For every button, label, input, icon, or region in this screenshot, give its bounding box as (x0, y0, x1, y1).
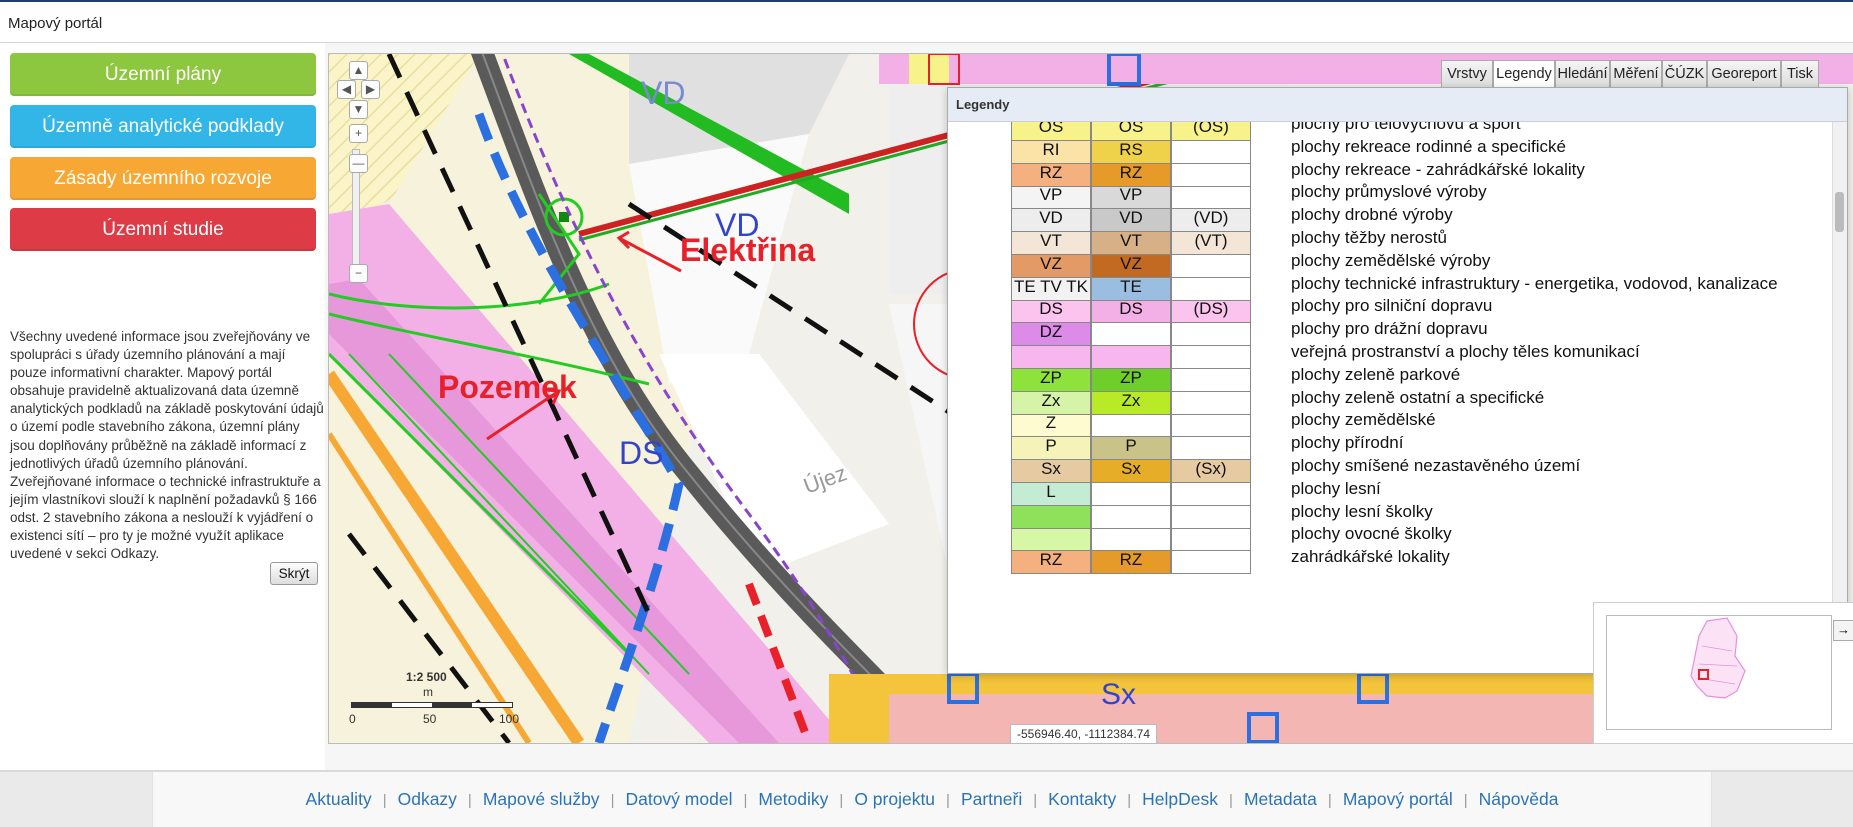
map-label-sx: Sx (1101, 678, 1136, 711)
coordinates-readout: -556946.40, -1112384.74 (1010, 724, 1158, 743)
pan-up-icon[interactable]: ▲ (349, 61, 368, 80)
footer-separator: | (610, 792, 615, 809)
footer-link[interactable]: Odkazy (398, 789, 457, 809)
footer-link[interactable]: O projektu (854, 789, 935, 809)
info-text: Všechny uvedené informace jsou zveřejňov… (10, 329, 324, 562)
overview-map-frame[interactable] (1606, 615, 1832, 730)
footer-link[interactable]: Datový model (625, 789, 732, 809)
footer-separator: | (382, 792, 387, 809)
nav-button-zur[interactable]: Zásady územního rozvoje (10, 157, 316, 200)
footer-link[interactable]: Metodiky (758, 789, 828, 809)
footer-link[interactable]: Nápověda (1479, 789, 1559, 809)
footer-link[interactable]: Mapový portál (1343, 789, 1453, 809)
scale-tick-50: 50 (423, 712, 437, 726)
scale-bar: 1:2 500 m 0 50 100 (349, 664, 551, 726)
footer-link[interactable]: Metadata (1244, 789, 1317, 809)
nav-button-uzemni-plany[interactable]: Územní plány (10, 53, 316, 96)
footer-link[interactable]: HelpDesk (1142, 789, 1218, 809)
map-label-vd1: VD (641, 75, 685, 111)
nav-button-uap[interactable]: Územně analytické podklady (10, 105, 316, 148)
tab-georeport[interactable]: Georeport (1707, 60, 1781, 88)
legend-window: Legendy RZ RZ zahrádkářské lokality plochy … (947, 87, 1848, 674)
footer-links: Aktuality | Odkazy | Mapové služby | Datový mo… (153, 789, 1711, 810)
zoom-in-icon[interactable]: + (349, 124, 368, 143)
legend-swatch-code2: OS (1091, 122, 1171, 141)
overview-map[interactable] (1593, 602, 1853, 744)
footer-link[interactable]: Partneři (961, 789, 1022, 809)
footer-separator: | (1463, 792, 1468, 809)
page-title: Mapový portál (8, 15, 103, 32)
legend-swatch-code3: (OS) (1171, 122, 1251, 141)
footer-separator: | (946, 792, 950, 809)
map-label-ds: DS (619, 435, 663, 471)
legend-row: OS OS (OS) plochy pro tělovýchovu a sport (1011, 122, 1811, 141)
zoom-out-icon[interactable]: − (349, 264, 368, 283)
footer-separator: | (1127, 792, 1132, 809)
footer: Aktuality | Odkazy | Mapové služby | Datový mo… (0, 770, 1853, 827)
legend-scroll-thumb[interactable] (1835, 192, 1844, 232)
footer-inner: Aktuality | Odkazy | Mapové služby | Datový mo… (152, 772, 1712, 827)
footer-separator: | (839, 792, 844, 809)
legend-swatch-code: OS (1011, 122, 1091, 141)
footer-separator: | (1327, 792, 1332, 809)
footer-separator: | (743, 792, 748, 809)
tab-cuzk[interactable]: ČÚZK (1662, 60, 1707, 88)
tab-tisk[interactable]: Tisk (1781, 60, 1819, 88)
header: Mapový portál (0, 2, 1853, 43)
legend-body[interactable]: RZ RZ zahrádkářské lokality plochy ovocné š… (948, 122, 1847, 673)
legend-scrollbar[interactable] (1832, 122, 1847, 673)
footer-link[interactable]: Kontakty (1048, 789, 1116, 809)
scale-tick-100: 100 (499, 712, 520, 726)
tab-mereni[interactable]: Měření (1610, 60, 1662, 88)
annotation-elektrina: Elektřina (680, 232, 816, 268)
hide-button[interactable]: Skrýt (270, 562, 318, 585)
overview-toggle-icon[interactable]: → (1833, 620, 1853, 641)
scale-unit: m (423, 685, 433, 699)
pan-down-icon[interactable]: ▼ (349, 100, 368, 119)
annotation-pozemek: Pozemek (438, 369, 577, 405)
tab-hledani[interactable]: Hledání (1555, 60, 1610, 88)
nav-button-uzemni-studie[interactable]: Územní studie (10, 208, 316, 251)
pan-right-icon[interactable]: ▶ (361, 80, 380, 99)
footer-separator: | (1033, 792, 1038, 809)
pan-left-icon[interactable]: ◀ (337, 80, 356, 99)
footer-link[interactable]: Mapové služby (483, 789, 600, 809)
left-panel: Územní plány Územně analytické podklady … (0, 43, 325, 770)
footer-separator: | (467, 792, 472, 809)
tab-legendy[interactable]: Legendy (1493, 60, 1555, 89)
tab-vrstvy[interactable]: Vrstvy (1441, 60, 1493, 88)
scale-ratio: 1:2 500 (406, 670, 447, 684)
overview-region-shape (1690, 617, 1746, 699)
scale-tick-0: 0 (349, 712, 356, 726)
footer-link[interactable]: Aktuality (306, 789, 372, 809)
footer-separator: | (1229, 792, 1233, 809)
scale-graphic (351, 702, 513, 708)
legend-title: Legendy (948, 88, 1847, 122)
zoom-handle-icon[interactable]: — (349, 154, 368, 173)
legend-description: plochy pro tělovýchovu a sport (1291, 122, 1521, 133)
